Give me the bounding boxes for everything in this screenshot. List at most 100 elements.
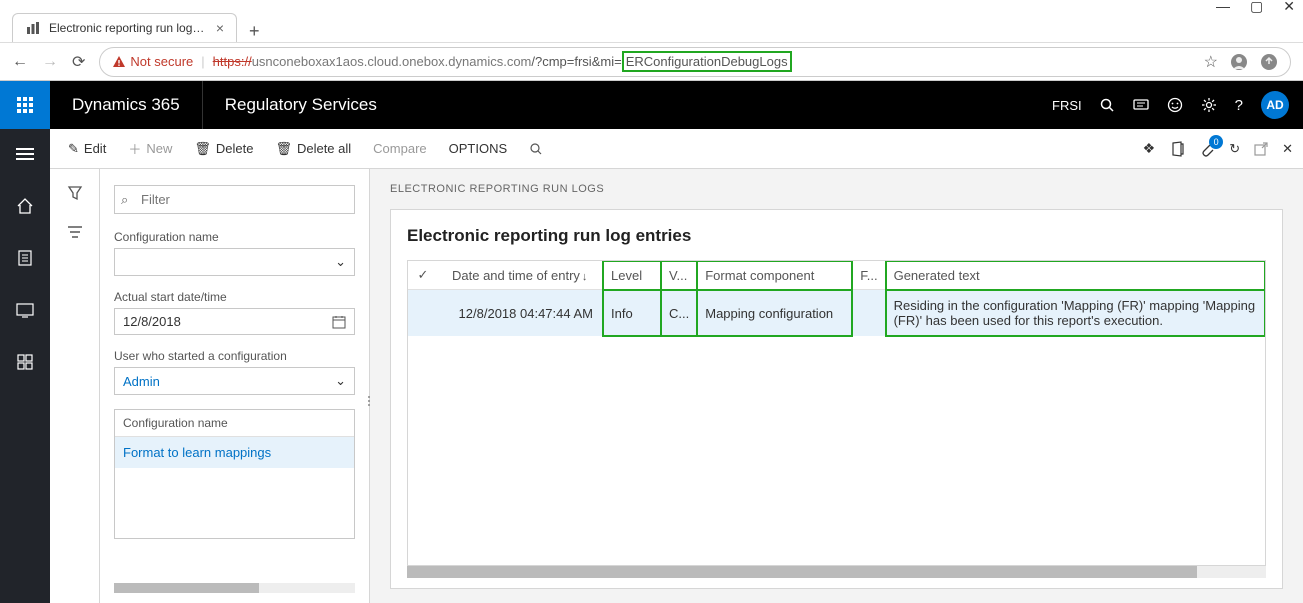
app-topbar: Dynamics 365 Regulatory Services FRSI ? … (0, 81, 1303, 129)
table-row[interactable]: 12/8/2018 04:47:44 AM Info C... Mapping … (408, 290, 1265, 337)
address-bar[interactable]: Not secure | https://usnconeboxax1aos.cl… (99, 47, 1291, 77)
cell-f (852, 290, 885, 337)
filter-scrollbar[interactable] (114, 583, 355, 593)
col-level[interactable]: Level (603, 261, 661, 290)
nav-home-icon[interactable] (0, 189, 50, 223)
cell-gen: Residing in the configuration 'Mapping (… (886, 290, 1265, 337)
forward-button[interactable]: → (42, 53, 58, 71)
detail-heading: ELECTRONIC REPORTING RUN LOGS (390, 183, 1283, 195)
module-name[interactable]: Regulatory Services (203, 95, 399, 115)
detail-panel: ELECTRONIC REPORTING RUN LOGS Electronic… (370, 169, 1303, 603)
list-item[interactable]: Format to learn mappings (115, 437, 354, 468)
delete-button[interactable]: 🗑Delete (186, 141, 261, 157)
cell-v: C... (661, 290, 697, 337)
config-name-label: Configuration name (114, 230, 355, 244)
plus-icon: ＋ (128, 139, 141, 158)
options-button[interactable]: OPTIONS (441, 141, 516, 156)
filter-list-icon[interactable] (67, 225, 83, 239)
browser-tab[interactable]: Electronic reporting run logs -- R × (12, 13, 237, 42)
pencil-icon: ✎ (68, 141, 79, 157)
edit-button[interactable]: ✎Edit (60, 141, 114, 157)
filter-input[interactable] (114, 185, 355, 214)
list-header: Configuration name (115, 410, 354, 437)
tab-title: Electronic reporting run logs -- R (49, 21, 208, 35)
security-label: Not secure (130, 54, 193, 69)
grid: ✓ Date and time of entry↓ Level V... For… (407, 260, 1266, 566)
chevron-down-icon: ⌄ (335, 254, 346, 270)
messages-icon[interactable] (1133, 97, 1149, 113)
nav-modules-icon[interactable] (0, 345, 50, 379)
splitter-grip[interactable] (365, 386, 373, 416)
filter-strip (50, 169, 100, 603)
start-date-input[interactable]: 12/8/2018 (114, 308, 355, 335)
security-warning: Not secure (112, 54, 193, 69)
user-label: User who started a configuration (114, 349, 355, 363)
link-icon[interactable]: ❖ (1143, 140, 1156, 157)
grid-scrollbar[interactable] (407, 566, 1266, 578)
browser-chrome: — ▢ ✕ Electronic reporting run logs -- R… (0, 0, 1303, 81)
col-date[interactable]: Date and time of entry↓ (438, 261, 603, 290)
new-button[interactable]: ＋New (120, 139, 180, 158)
trash-icon: 🗑 (275, 141, 292, 157)
cell-date: 12/8/2018 04:47:44 AM (438, 290, 603, 337)
nav-rail (0, 129, 50, 603)
calendar-icon (332, 315, 346, 329)
chevron-down-icon: ⌄ (335, 373, 346, 389)
config-list: Configuration name Format to learn mappi… (114, 409, 355, 539)
col-v[interactable]: V... (661, 261, 697, 290)
command-bar: ✎Edit ＋New 🗑Delete 🗑Delete all Compare O… (50, 129, 1303, 169)
compare-button[interactable]: Compare (365, 141, 434, 156)
col-check[interactable]: ✓ (408, 261, 438, 290)
tab-close-button[interactable]: × (216, 20, 224, 36)
sort-down-icon: ↓ (582, 271, 588, 283)
star-icon[interactable]: ☆ (1204, 52, 1218, 72)
maximize-button[interactable]: ▢ (1250, 0, 1263, 15)
filter-pane: ⌕ Configuration name ⌄ Actual start date… (100, 169, 370, 603)
search-icon (529, 142, 543, 156)
nav-hamburger[interactable] (0, 137, 50, 171)
nav-recent-icon[interactable] (0, 241, 50, 275)
brand-name[interactable]: Dynamics 365 (50, 81, 203, 129)
refresh-button[interactable]: ↻ (1229, 141, 1240, 157)
search-icon: ⌕ (121, 192, 128, 208)
window-controls: — ▢ ✕ (0, 0, 1303, 12)
card-title: Electronic reporting run log entries (407, 226, 1266, 246)
start-date-label: Actual start date/time (114, 290, 355, 304)
close-window-button[interactable]: ✕ (1283, 0, 1295, 15)
url-text: https://usnconeboxax1aos.cloud.onebox.dy… (213, 54, 792, 69)
nav-workspace-icon[interactable] (0, 293, 50, 327)
col-f[interactable]: F... (852, 261, 885, 290)
cell-format: Mapping configuration (697, 290, 852, 337)
tab-favicon (25, 20, 41, 36)
gear-icon[interactable] (1201, 97, 1217, 113)
new-tab-button[interactable]: + (245, 21, 264, 42)
col-format[interactable]: Format component (697, 261, 852, 290)
user-dropdown[interactable]: Admin ⌄ (114, 367, 355, 395)
search-icon[interactable] (1100, 98, 1115, 113)
attachments-button[interactable]: 0 (1199, 141, 1215, 157)
user-icon[interactable] (1230, 53, 1248, 71)
minimize-button[interactable]: — (1216, 0, 1230, 14)
delete-all-button[interactable]: 🗑Delete all (267, 141, 359, 157)
detail-card: Electronic reporting run log entries ✓ D… (390, 209, 1283, 589)
search-bar-button[interactable] (521, 142, 551, 156)
smiley-icon[interactable] (1167, 97, 1183, 113)
company-code[interactable]: FRSI (1052, 98, 1082, 113)
reload-button[interactable]: ⟳ (72, 52, 85, 72)
filter-funnel-icon[interactable] (67, 185, 83, 201)
config-name-dropdown[interactable]: ⌄ (114, 248, 355, 276)
waffle-icon (17, 97, 33, 113)
more-icon[interactable] (1260, 53, 1278, 71)
tab-bar: Electronic reporting run logs -- R × + (0, 12, 1303, 42)
office-icon[interactable] (1169, 141, 1185, 157)
close-pane-button[interactable]: ✕ (1282, 141, 1293, 157)
back-button[interactable]: ← (12, 53, 28, 71)
avatar[interactable]: AD (1261, 91, 1289, 119)
app-launcher[interactable] (0, 81, 50, 129)
attachment-badge: 0 (1209, 135, 1223, 149)
help-icon[interactable]: ? (1235, 97, 1243, 114)
popout-button[interactable] (1254, 142, 1268, 156)
cell-level: Info (603, 290, 661, 337)
col-gen[interactable]: Generated text (886, 261, 1265, 290)
trash-icon: 🗑 (194, 141, 211, 157)
